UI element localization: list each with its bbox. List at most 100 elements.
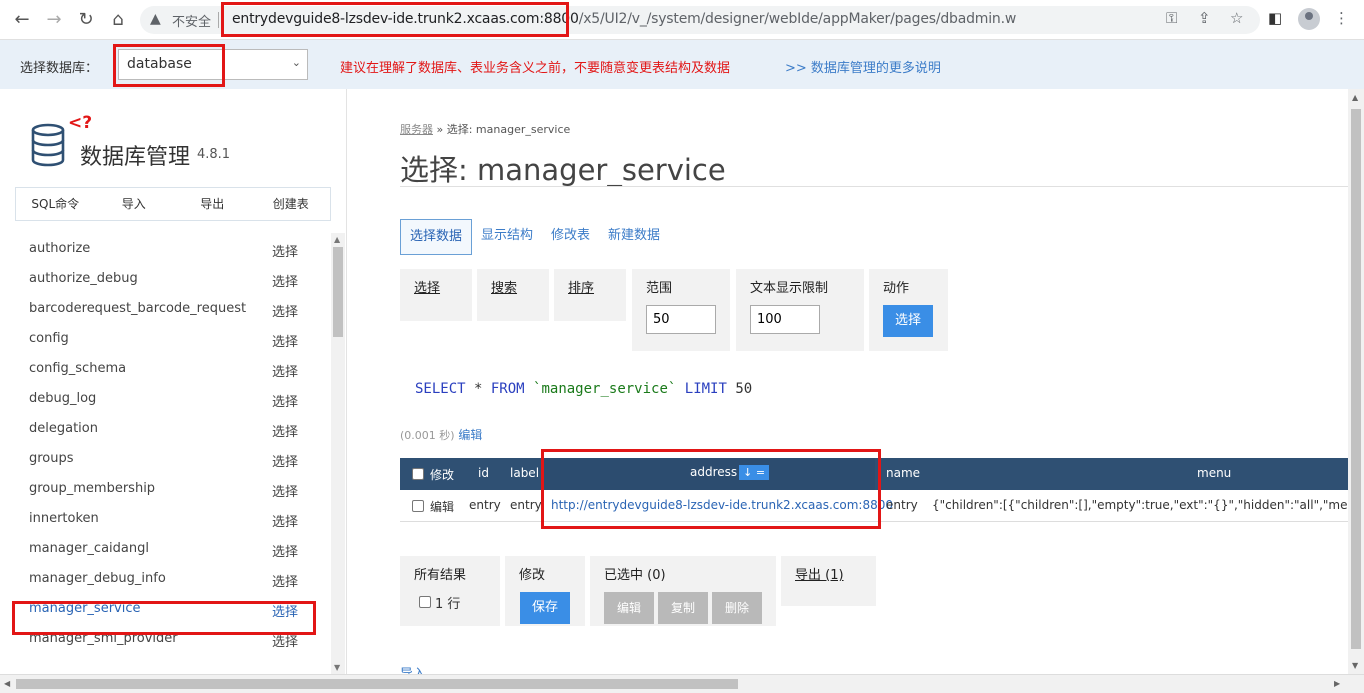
url-text[interactable]: entrydevguide8-lzsdev-ide.trunk2.xcaas.c…: [232, 11, 1016, 27]
page-horizontal-scrollbar[interactable]: ◀ ▶: [0, 674, 1364, 693]
menu-dots-icon[interactable]: ⋮: [1334, 9, 1349, 27]
database-select[interactable]: database ⌄: [118, 49, 308, 80]
scroll-right-icon[interactable]: ▶: [1334, 679, 1340, 688]
tab-select-data[interactable]: 选择数据: [400, 219, 473, 255]
edit-selected-button[interactable]: 编辑: [604, 592, 654, 624]
table-name-link[interactable]: manager_caidangl: [29, 541, 149, 556]
table-list-item[interactable]: authorize 选择: [0, 233, 330, 263]
select-columns-link[interactable]: 选择: [414, 277, 440, 296]
breadcrumb-server-link[interactable]: 服务器: [400, 123, 433, 136]
edit-query-link[interactable]: 编辑: [458, 428, 482, 442]
table-select-link[interactable]: 选择: [272, 631, 298, 650]
row-address-link[interactable]: http://entrydevguide8-lzsdev-ide.trunk2.…: [551, 498, 893, 512]
import-link[interactable]: 导入: [400, 663, 426, 674]
sort-link[interactable]: 排序: [568, 277, 594, 296]
scroll-left-icon[interactable]: ◀: [4, 679, 10, 688]
select-all-checkbox[interactable]: [412, 468, 424, 480]
share-icon[interactable]: ⇪: [1198, 9, 1211, 27]
table-list-item[interactable]: authorize_debug 选择: [0, 263, 330, 293]
menu-sql-command[interactable]: SQL命令: [16, 188, 95, 220]
reload-icon[interactable]: ↻: [74, 8, 98, 32]
menu-create-table[interactable]: 创建表: [252, 188, 331, 220]
page-vertical-scrollbar[interactable]: ▲ ▼: [1348, 89, 1364, 674]
table-name-link[interactable]: config_schema: [29, 361, 126, 376]
database-more-link[interactable]: >> 数据库管理的更多说明: [785, 57, 941, 76]
limit-input[interactable]: [646, 305, 716, 334]
table-list-item[interactable]: manager_service 选择: [0, 593, 330, 623]
select-submit-button[interactable]: 选择: [883, 305, 933, 337]
table-select-link[interactable]: 选择: [272, 511, 298, 530]
table-select-link[interactable]: 选择: [272, 481, 298, 500]
back-icon[interactable]: ←: [10, 8, 34, 32]
table-name-link[interactable]: debug_log: [29, 391, 96, 406]
scroll-up-icon[interactable]: ▲: [1352, 93, 1358, 102]
table-select-link[interactable]: 选择: [272, 571, 298, 590]
scroll-down-icon[interactable]: ▼: [334, 663, 340, 672]
table-name-link[interactable]: group_membership: [29, 481, 155, 496]
menu-import[interactable]: 导入: [95, 188, 174, 220]
table-name-link[interactable]: authorize_debug: [29, 271, 138, 286]
table-select-link[interactable]: 选择: [272, 451, 298, 470]
table-name-link[interactable]: manager_debug_info: [29, 571, 166, 586]
search-link[interactable]: 搜索: [491, 277, 517, 296]
copy-selected-button[interactable]: 复制: [658, 592, 708, 624]
table-select-link[interactable]: 选择: [272, 421, 298, 440]
table-name-link[interactable]: config: [29, 331, 69, 346]
page-scroll-thumb[interactable]: [1351, 109, 1361, 649]
table-select-link[interactable]: 选择: [272, 601, 298, 620]
tab-new-item[interactable]: 新建数据: [599, 219, 669, 255]
bookmark-star-icon[interactable]: ☆: [1230, 9, 1243, 27]
horizontal-scroll-thumb[interactable]: [16, 679, 738, 689]
table-select-link[interactable]: 选择: [272, 541, 298, 560]
header-menu[interactable]: menu: [1197, 466, 1231, 480]
table-list-item[interactable]: group_membership 选择: [0, 473, 330, 503]
table-list-item[interactable]: groups 选择: [0, 443, 330, 473]
scroll-up-icon[interactable]: ▲: [334, 235, 340, 244]
row-checkbox[interactable]: [412, 500, 424, 512]
table-select-link[interactable]: 选择: [272, 241, 298, 260]
table-list-item[interactable]: manager_caidangl 选择: [0, 533, 330, 563]
home-icon[interactable]: ⌂: [106, 8, 130, 32]
header-id[interactable]: id: [478, 466, 489, 480]
table-select-link[interactable]: 选择: [272, 361, 298, 380]
delete-selected-button[interactable]: 删除: [712, 592, 762, 624]
export-link[interactable]: 导出 (1): [795, 564, 844, 583]
profile-avatar[interactable]: [1298, 8, 1320, 30]
forward-icon[interactable]: →: [42, 8, 66, 32]
sort-desc-badge[interactable]: ↓ =: [739, 465, 770, 480]
table-name-link[interactable]: authorize: [29, 241, 90, 256]
table-list-item[interactable]: debug_log 选择: [0, 383, 330, 413]
security-label[interactable]: 不安全: [172, 11, 211, 30]
header-name[interactable]: name: [886, 466, 920, 480]
sidebar-scrollbar[interactable]: ▲ ▼: [331, 233, 345, 674]
table-name-link[interactable]: innertoken: [29, 511, 99, 526]
table-list-item[interactable]: manager_smi_provider 选择: [0, 623, 330, 653]
table-list-item[interactable]: innertoken 选择: [0, 503, 330, 533]
table-name-link[interactable]: groups: [29, 451, 74, 466]
table-name-link[interactable]: manager_service: [29, 601, 141, 616]
side-panel-icon[interactable]: ◧: [1268, 9, 1282, 27]
table-select-link[interactable]: 选择: [272, 331, 298, 350]
table-list-item[interactable]: manager_debug_info 选择: [0, 563, 330, 593]
row-edit-link[interactable]: 编辑: [430, 498, 454, 515]
scroll-down-icon[interactable]: ▼: [1352, 661, 1358, 670]
sidebar-scroll-thumb[interactable]: [333, 247, 343, 337]
key-icon[interactable]: ⚿: [1166, 9, 1177, 27]
table-name-link[interactable]: manager_smi_provider: [29, 631, 178, 646]
table-name-link[interactable]: delegation: [29, 421, 98, 436]
warning-icon[interactable]: ▲: [150, 11, 161, 27]
table-list-item[interactable]: barcoderequest_barcode_request 选择: [0, 293, 330, 323]
table-select-link[interactable]: 选择: [272, 391, 298, 410]
table-list-item[interactable]: delegation 选择: [0, 413, 330, 443]
text-length-input[interactable]: [750, 305, 820, 334]
table-select-link[interactable]: 选择: [272, 271, 298, 290]
all-results-checkbox[interactable]: [419, 596, 431, 608]
menu-export[interactable]: 导出: [173, 188, 252, 220]
save-button[interactable]: 保存: [520, 592, 570, 624]
table-list-item[interactable]: config 选择: [0, 323, 330, 353]
table-list-item[interactable]: config_schema 选择: [0, 353, 330, 383]
header-address[interactable]: address ↓ =: [690, 465, 770, 480]
table-name-link[interactable]: barcoderequest_barcode_request: [29, 301, 246, 316]
header-label[interactable]: label: [510, 466, 539, 480]
tab-show-structure[interactable]: 显示结构: [472, 219, 542, 255]
